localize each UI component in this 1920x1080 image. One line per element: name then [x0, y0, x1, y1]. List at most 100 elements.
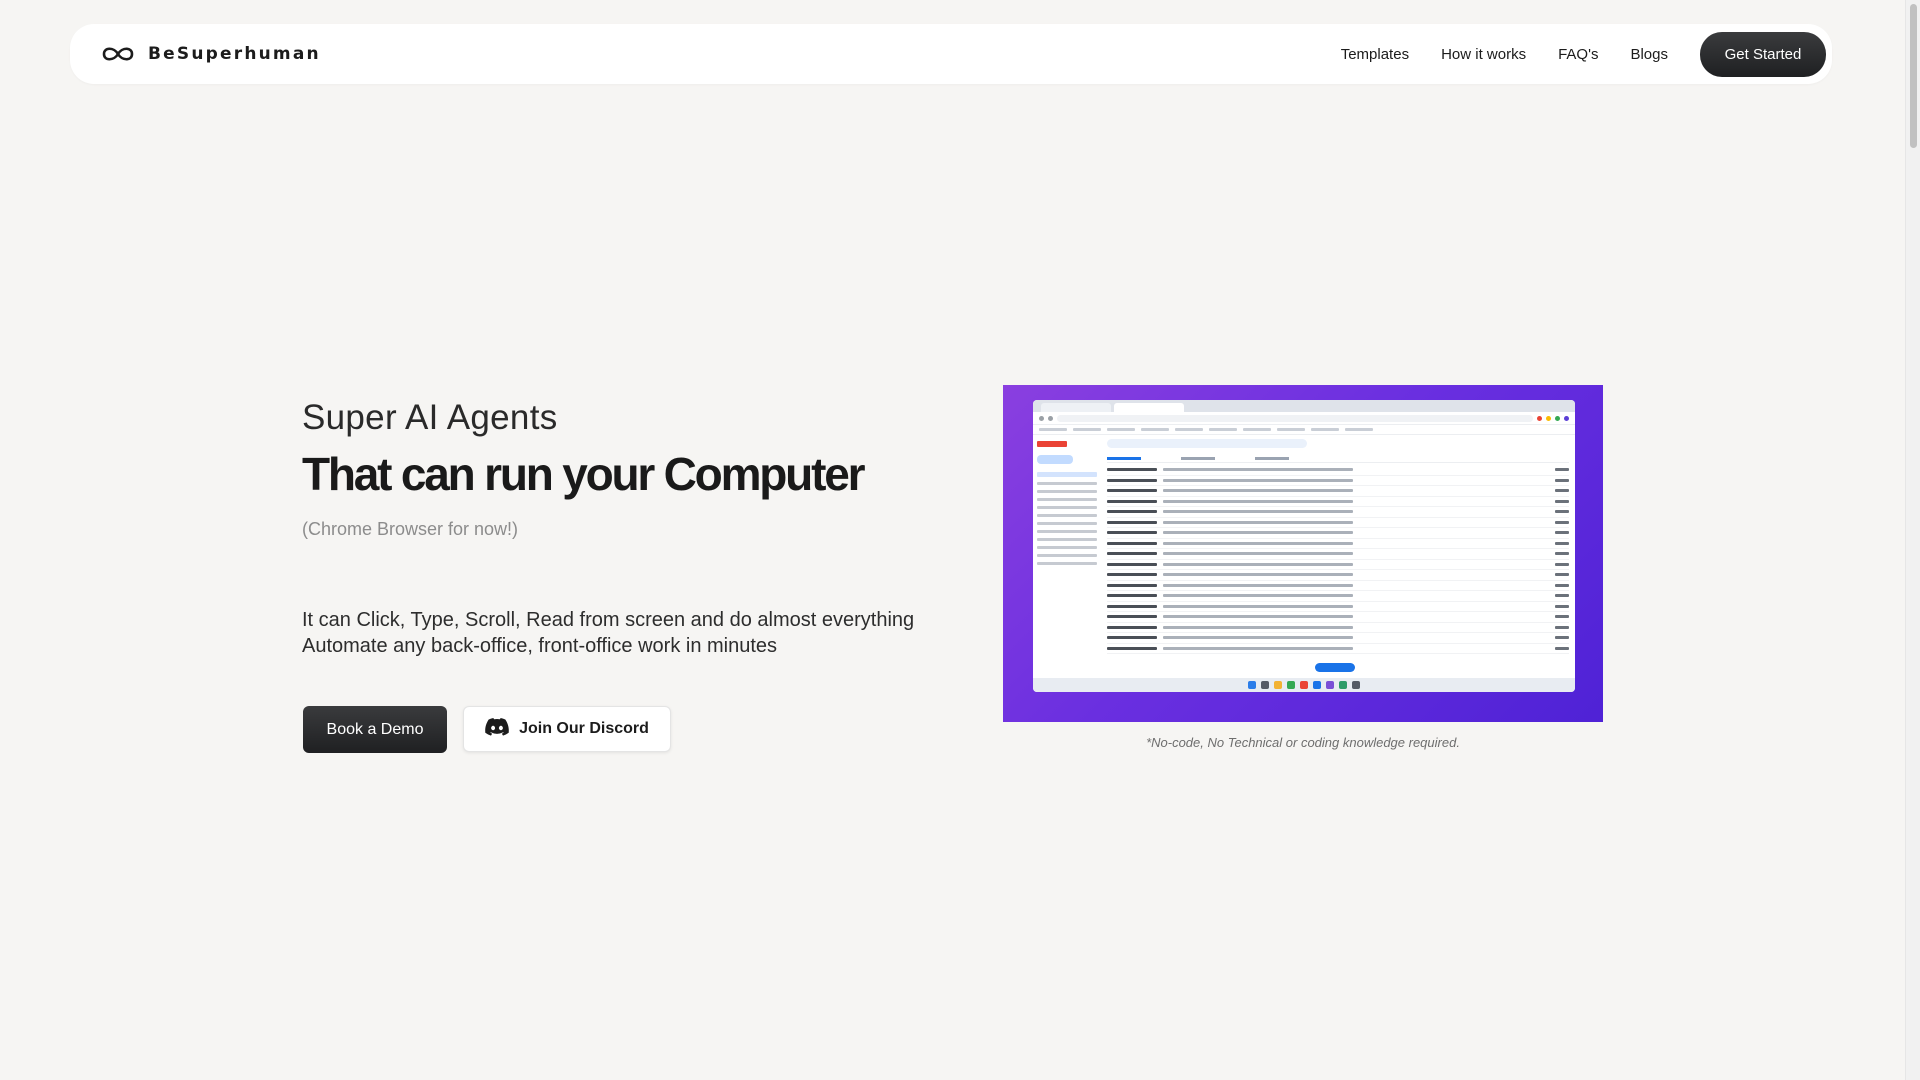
- nav-link-blogs[interactable]: Blogs: [1630, 46, 1668, 63]
- mail-sender: [1107, 541, 1157, 545]
- mail-subject: [1163, 531, 1353, 535]
- browser-screenshot: [1033, 400, 1575, 692]
- hero-note: (Chrome Browser for now!): [302, 519, 519, 539]
- mail-sender: [1107, 562, 1157, 566]
- mail-folder: [1037, 498, 1097, 501]
- mail-date: [1555, 604, 1569, 608]
- top-navbar: BeSuperhuman Templates How it works FAQ'…: [70, 24, 1832, 84]
- book-demo-button[interactable]: Book a Demo: [303, 706, 447, 753]
- mail-date: [1555, 541, 1569, 545]
- extension-dot: [1546, 415, 1551, 421]
- compose-pill: [1037, 455, 1073, 464]
- nav-link-templates[interactable]: Templates: [1341, 46, 1409, 63]
- mail-sender: [1107, 489, 1157, 493]
- taskbar-icon: [1326, 681, 1334, 689]
- hero-eyebrow: Super AI Agents: [302, 398, 558, 437]
- bookmark: [1175, 428, 1203, 431]
- mail-folder: [1037, 472, 1097, 477]
- url-field: [1057, 414, 1533, 422]
- mail-date: [1555, 646, 1569, 650]
- nav-link-how-it-works[interactable]: How it works: [1441, 46, 1526, 63]
- taskbar-icon: [1287, 681, 1295, 689]
- nav-links: Templates How it works FAQ's Blogs Get S…: [1341, 31, 1826, 77]
- join-discord-button[interactable]: Join Our Discord: [463, 706, 671, 752]
- mail-row: [1107, 644, 1569, 654]
- mail-row: [1107, 570, 1569, 581]
- mail-row: [1107, 539, 1569, 549]
- mail-subject: [1163, 552, 1353, 556]
- mail-sender: [1107, 468, 1157, 472]
- mail-date: [1555, 531, 1569, 535]
- extension-dot: [1537, 415, 1542, 421]
- mail-sender: [1107, 478, 1157, 482]
- mail-date: [1555, 468, 1569, 472]
- taskbar-icon: [1300, 681, 1308, 689]
- brand-name: BeSuperhuman: [148, 44, 321, 64]
- mail-app: [1033, 435, 1575, 675]
- profile-dot: [1564, 415, 1569, 421]
- mail-subject: [1163, 583, 1353, 587]
- taskbar-icon: [1313, 681, 1321, 689]
- mail-list: [1101, 435, 1575, 675]
- mail-date: [1555, 520, 1569, 524]
- mail-folder: [1037, 554, 1097, 557]
- mail-sender: [1107, 510, 1157, 514]
- brand-logo-link[interactable]: BeSuperhuman: [100, 44, 321, 64]
- mail-date: [1555, 562, 1569, 566]
- discord-icon: [485, 717, 509, 741]
- mail-row: [1107, 560, 1569, 570]
- mail-row: [1107, 528, 1569, 539]
- bookmark: [1107, 428, 1135, 431]
- media-caption: *No-code, No Technical or coding knowled…: [1146, 735, 1460, 750]
- mail-subject: [1163, 594, 1353, 598]
- demo-video-thumbnail[interactable]: [1003, 385, 1603, 722]
- mail-folder: [1037, 522, 1097, 525]
- scrollbar-thumb[interactable]: [1910, 4, 1917, 148]
- os-taskbar: [1033, 678, 1575, 692]
- nav-link-faqs[interactable]: FAQ's: [1558, 46, 1598, 63]
- mail-date: [1555, 573, 1569, 577]
- mail-folder: [1037, 546, 1097, 549]
- mail-category: [1181, 457, 1215, 460]
- get-started-button[interactable]: Get Started: [1700, 31, 1826, 77]
- mail-sidebar: [1033, 435, 1101, 675]
- hero-title: That can run your Computer: [302, 448, 865, 500]
- mail-subject: [1163, 541, 1353, 545]
- mail-row: [1107, 476, 1569, 486]
- mail-row: [1107, 518, 1569, 528]
- mail-sender: [1107, 615, 1157, 619]
- mail-date: [1555, 510, 1569, 514]
- mail-date: [1555, 583, 1569, 587]
- mail-subject: [1163, 468, 1353, 472]
- mail-row: [1107, 507, 1569, 518]
- bookmarks-bar: [1033, 425, 1575, 435]
- page-scrollbar[interactable]: [1905, 0, 1920, 1080]
- mail-sender: [1107, 636, 1157, 640]
- mail-row: [1107, 497, 1569, 507]
- mail-sender: [1107, 594, 1157, 598]
- mail-folder: [1037, 538, 1097, 541]
- mail-sender: [1107, 625, 1157, 629]
- mail-date: [1555, 499, 1569, 503]
- mail-logo: [1037, 441, 1067, 447]
- mail-folder: [1037, 506, 1097, 509]
- taskbar-icon: [1261, 681, 1269, 689]
- mail-subject: [1163, 615, 1353, 619]
- bookmark: [1243, 428, 1271, 431]
- mail-date: [1555, 625, 1569, 629]
- mail-subject: [1163, 562, 1353, 566]
- mail-sender: [1107, 573, 1157, 577]
- taskbar-icon: [1248, 681, 1256, 689]
- mail-folder: [1037, 530, 1097, 533]
- taskbar-icon: [1339, 681, 1347, 689]
- bookmark: [1345, 428, 1373, 431]
- infinity-icon: [100, 44, 136, 64]
- browser-tab-strip: [1033, 400, 1575, 412]
- mail-subject: [1163, 636, 1353, 640]
- mail-row: [1107, 486, 1569, 497]
- browser-tab: [1041, 403, 1111, 412]
- mail-folder: [1037, 490, 1097, 493]
- mail-sender: [1107, 604, 1157, 608]
- mail-folder: [1037, 562, 1097, 565]
- mail-date: [1555, 478, 1569, 482]
